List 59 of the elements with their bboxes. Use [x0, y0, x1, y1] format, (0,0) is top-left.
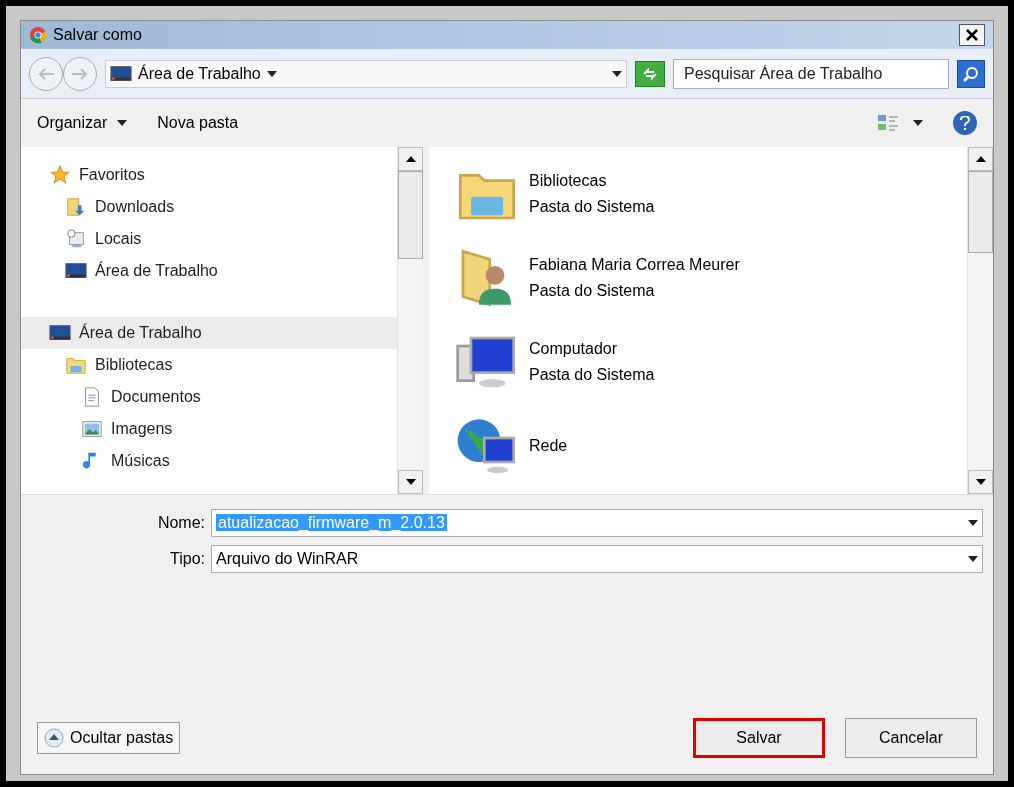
item-name: Fabiana Maria Correa Meurer [529, 255, 740, 275]
address-bar[interactable]: Área de Trabalho [105, 59, 627, 88]
caret-icon [968, 520, 978, 526]
close-button[interactable] [959, 24, 985, 46]
collapse-up-icon [44, 728, 64, 748]
tree-item[interactable]: Área de Trabalho [21, 255, 397, 287]
address-location: Área de Trabalho [138, 63, 261, 84]
tree-item[interactable]: Área de Trabalho [21, 317, 397, 349]
browser-logo-icon [29, 26, 47, 44]
tree-item[interactable]: Imagens [21, 413, 397, 445]
item-type: Pasta do Sistema [529, 281, 656, 301]
view-options-button[interactable] [877, 113, 923, 133]
caret-icon [968, 556, 978, 562]
new-folder-button[interactable]: Nova pasta [157, 111, 239, 135]
forward-arrow-icon [71, 66, 89, 81]
caret-icon [117, 120, 128, 126]
caret-icon [612, 70, 622, 77]
tree-item[interactable]: Locais [21, 223, 397, 255]
help-button[interactable] [953, 111, 977, 135]
scroll-thumb[interactable] [968, 171, 993, 253]
tree-item[interactable]: Favoritos [21, 159, 397, 191]
caret-icon [913, 120, 923, 126]
organize-menu[interactable]: Organizar [37, 111, 128, 135]
search-icon [963, 65, 979, 82]
tree-item[interactable]: Documentos [21, 381, 397, 413]
close-icon [966, 29, 978, 41]
picture-icon [81, 418, 103, 440]
file-item[interactable]: Bibliotecas Pasta do Sistema [455, 159, 967, 229]
file-item[interactable]: Rede [455, 411, 967, 481]
refresh-button[interactable] [635, 60, 665, 87]
file-item[interactable]: Computador Pasta do Sistema [455, 327, 967, 397]
view-list-icon [877, 113, 899, 133]
scroll-thumb[interactable] [398, 171, 423, 259]
hide-folders-button[interactable]: Ocultar pastas [37, 722, 181, 754]
refresh-arrows-icon [641, 66, 659, 81]
item-name: Rede [529, 436, 568, 456]
scrollbar[interactable] [967, 147, 993, 494]
item-name: Bibliotecas [529, 171, 608, 191]
search-field[interactable]: Pesquisar Área de Trabalho [673, 58, 949, 89]
recent-places-icon [65, 228, 87, 250]
star-icon [49, 164, 71, 186]
caret-icon [266, 70, 277, 77]
window-title: Salvar como [53, 25, 143, 45]
tree-item[interactable]: Bibliotecas [21, 349, 397, 381]
help-question-icon [960, 116, 970, 130]
dialog-button[interactable]: Salvar [693, 718, 825, 758]
search-button[interactable] [957, 59, 985, 88]
file-item[interactable]: Fabiana Maria Correa Meurer Pasta do Sistema [455, 243, 967, 313]
name-label: Nome: [156, 513, 205, 533]
item-name: Computador [529, 339, 619, 359]
file-type-dropdown[interactable]: Arquivo do WinRAR [211, 545, 983, 573]
dialog-button[interactable]: Cancelar [845, 718, 977, 758]
type-label: Tipo: [169, 549, 205, 569]
tree-item[interactable]: Downloads [21, 191, 397, 223]
item-type: Pasta do Sistema [529, 197, 655, 217]
scrollbar[interactable] [397, 147, 423, 494]
back-arrow-icon [37, 66, 55, 81]
tree-item[interactable]: Músicas [21, 445, 397, 477]
item-type: Pasta do Sistema [529, 365, 655, 385]
